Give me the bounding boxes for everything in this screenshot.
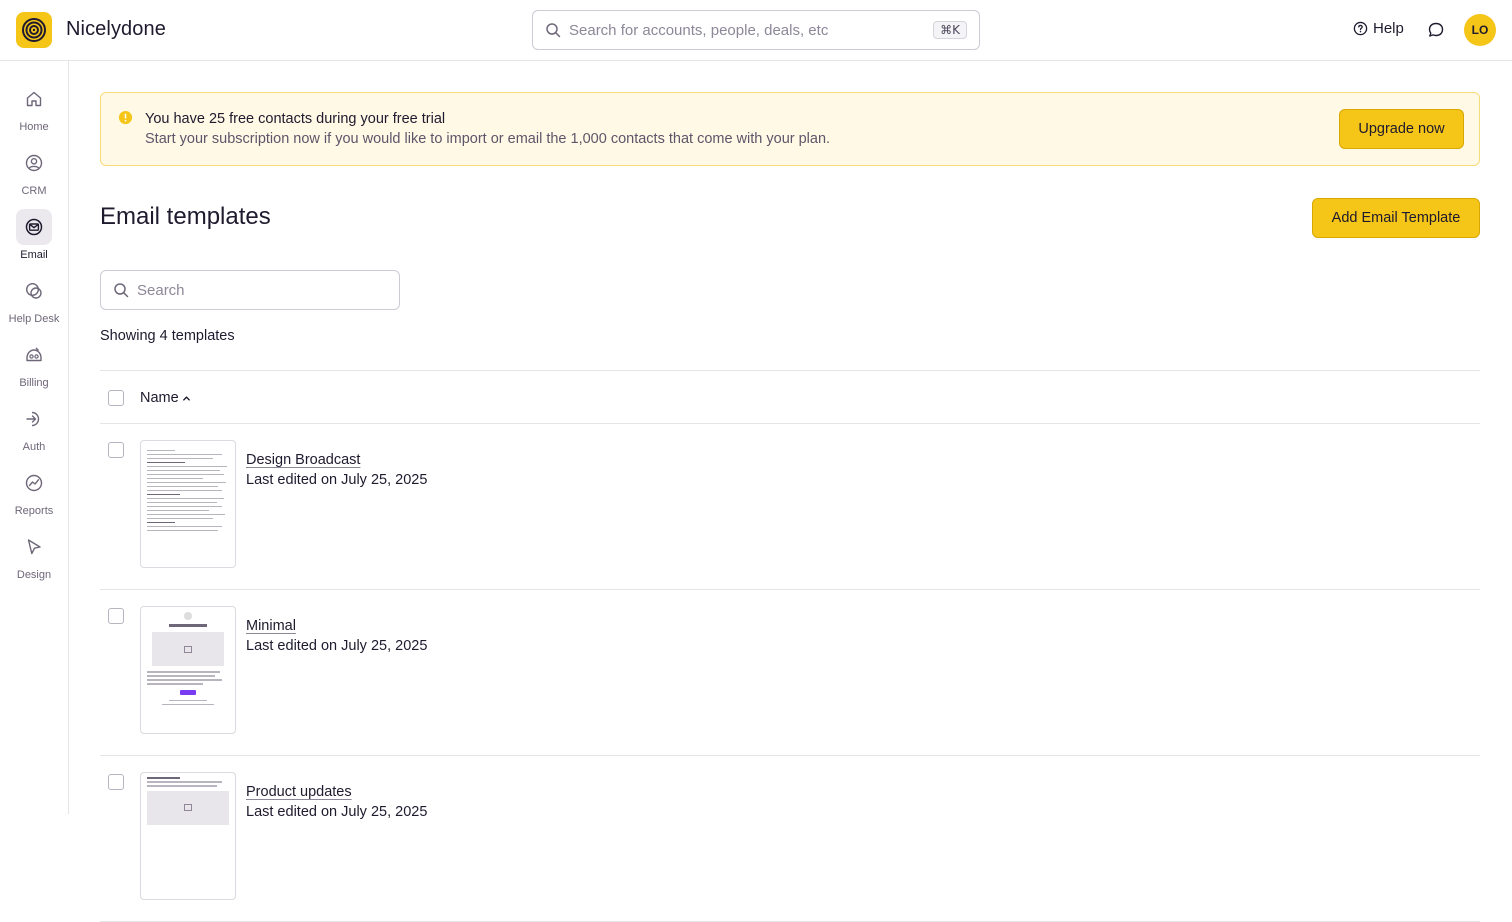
design-icon bbox=[16, 529, 52, 565]
sidebar-item-email[interactable]: Email bbox=[0, 209, 68, 269]
row-checkbox[interactable] bbox=[108, 774, 124, 790]
template-thumbnail[interactable] bbox=[140, 772, 236, 900]
app-name: Nicelydone bbox=[66, 18, 166, 40]
help-label: Help bbox=[1373, 20, 1404, 37]
select-all-checkbox[interactable] bbox=[108, 390, 124, 406]
template-thumbnail[interactable] bbox=[140, 440, 236, 568]
crm-icon bbox=[16, 145, 52, 181]
sidebar: Home CRM Email Help Desk Billing Auth Re… bbox=[0, 61, 69, 814]
global-search-placeholder: Search for accounts, people, deals, etc bbox=[569, 21, 829, 39]
chat-icon bbox=[1428, 22, 1444, 37]
search-icon bbox=[546, 23, 561, 38]
sidebar-item-help-desk[interactable]: Help Desk bbox=[0, 273, 68, 333]
table-row[interactable]: Minimal Last edited on July 25, 2025 bbox=[100, 590, 1480, 756]
app-logo[interactable] bbox=[16, 12, 52, 48]
row-checkbox[interactable] bbox=[108, 442, 124, 458]
billing-icon bbox=[16, 337, 52, 373]
name-column-header[interactable]: Name bbox=[140, 390, 191, 406]
template-thumbnail[interactable] bbox=[140, 606, 236, 734]
table-header: Name bbox=[100, 370, 1480, 424]
chat-button[interactable] bbox=[1427, 21, 1445, 44]
home-icon bbox=[16, 81, 52, 117]
sidebar-item-label: Design bbox=[16, 569, 52, 581]
reports-icon bbox=[16, 465, 52, 501]
sidebar-item-label: Billing bbox=[19, 377, 49, 389]
sidebar-item-label: CRM bbox=[21, 185, 47, 197]
search-shortcut-badge: ⌘K bbox=[933, 21, 967, 39]
help-desk-icon bbox=[16, 273, 52, 309]
info-icon bbox=[118, 110, 133, 125]
page-title: Email templates bbox=[100, 203, 271, 230]
template-search-placeholder: Search bbox=[137, 281, 185, 299]
help-button[interactable]: Help bbox=[1353, 20, 1404, 37]
template-last-edited: Last edited on July 25, 2025 bbox=[246, 638, 428, 654]
sidebar-item-label: Email bbox=[20, 249, 48, 261]
row-checkbox[interactable] bbox=[108, 608, 124, 624]
template-name-link[interactable]: Product updates bbox=[246, 784, 352, 800]
upgrade-now-button[interactable]: Upgrade now bbox=[1339, 109, 1464, 149]
name-column-label: Name bbox=[140, 390, 179, 406]
sidebar-item-label: Home bbox=[19, 121, 49, 133]
table-row[interactable]: Design Broadcast Last edited on July 25,… bbox=[100, 424, 1480, 590]
banner-text: Start your subscription now if you would… bbox=[145, 131, 831, 147]
top-bar: Nicelydone Search for accounts, people, … bbox=[0, 0, 1512, 61]
sidebar-item-label: Help Desk bbox=[8, 313, 60, 325]
email-icon bbox=[16, 209, 52, 245]
auth-icon bbox=[16, 401, 52, 437]
sidebar-item-crm[interactable]: CRM bbox=[0, 145, 68, 205]
sidebar-item-reports[interactable]: Reports bbox=[0, 465, 68, 525]
sidebar-item-billing[interactable]: Billing bbox=[0, 337, 68, 397]
template-name-link[interactable]: Minimal bbox=[246, 618, 296, 634]
template-name-link[interactable]: Design Broadcast bbox=[246, 452, 360, 468]
sidebar-item-label: Reports bbox=[14, 505, 54, 517]
template-last-edited: Last edited on July 25, 2025 bbox=[246, 472, 428, 488]
search-icon bbox=[114, 283, 129, 298]
sidebar-item-design[interactable]: Design bbox=[0, 529, 68, 589]
trial-banner: You have 25 free contacts during your fr… bbox=[100, 92, 1480, 166]
global-search-input[interactable]: Search for accounts, people, deals, etc … bbox=[532, 10, 980, 50]
add-email-template-button[interactable]: Add Email Template bbox=[1312, 198, 1480, 238]
template-search-input[interactable]: Search bbox=[100, 270, 400, 310]
template-count: Showing 4 templates bbox=[100, 328, 235, 344]
sidebar-item-auth[interactable]: Auth bbox=[0, 401, 68, 461]
logo-icon bbox=[22, 18, 46, 42]
sidebar-item-home[interactable]: Home bbox=[0, 81, 68, 141]
table-row[interactable]: Product updates Last edited on July 25, … bbox=[100, 756, 1480, 922]
sort-ascending-icon bbox=[182, 395, 190, 401]
template-last-edited: Last edited on July 25, 2025 bbox=[246, 804, 428, 820]
banner-title: You have 25 free contacts during your fr… bbox=[145, 111, 446, 127]
help-icon bbox=[1353, 21, 1368, 36]
sidebar-item-label: Auth bbox=[22, 441, 46, 453]
user-avatar[interactable]: LO bbox=[1464, 14, 1496, 46]
